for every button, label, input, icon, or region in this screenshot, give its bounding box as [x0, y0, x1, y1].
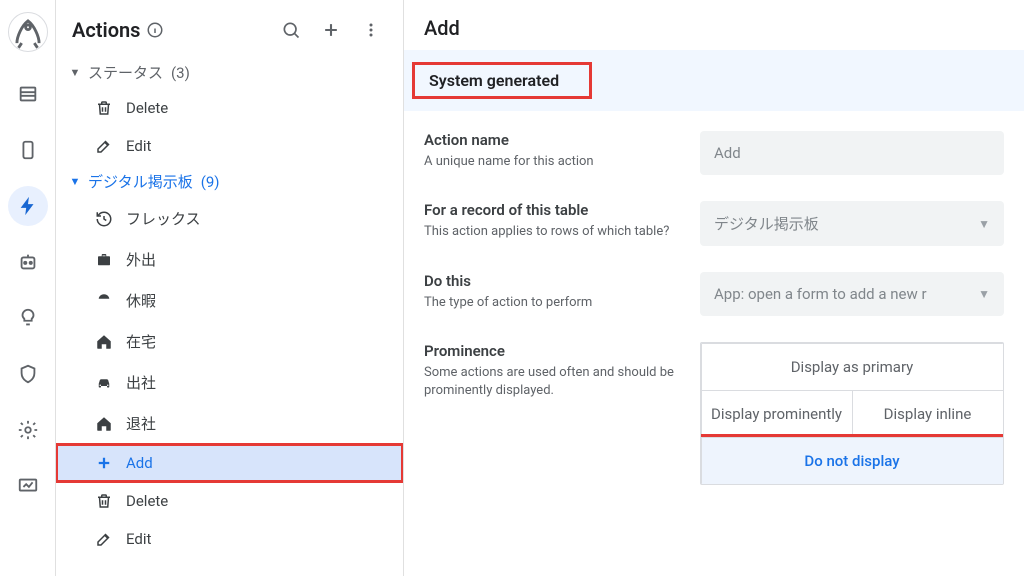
prominence-options: Display as primaryDisplay prominentlyDis… [700, 342, 1004, 485]
actions-sidebar: Actions ▼ステータス(3)DeleteEdit▼デジタル掲示板(9)フレ… [56, 0, 404, 576]
group-count: (3) [171, 64, 190, 82]
prominence-label: Prominence [424, 342, 676, 360]
search-button[interactable] [275, 14, 307, 46]
edit-icon [94, 530, 114, 548]
rail-actions-icon[interactable] [8, 186, 48, 226]
action-item[interactable]: 休暇 [56, 280, 403, 321]
rail-views-icon[interactable] [8, 130, 48, 170]
action-name-value: Add [714, 144, 741, 162]
action-item-label: 在宅 [126, 331, 156, 352]
row-action-name: Action name A unique name for this actio… [424, 131, 1004, 175]
action-item[interactable]: 外出 [56, 239, 403, 280]
group-header[interactable]: ▼ ステータス (3) [56, 56, 403, 89]
action-name-label: Action name [424, 131, 676, 149]
group-header[interactable]: ▼ デジタル掲示板 (9) [56, 165, 403, 198]
prominence-option[interactable]: Display as primary [701, 343, 1004, 391]
car-icon [94, 374, 114, 392]
beach-icon [94, 292, 114, 310]
action-item[interactable]: Delete [56, 482, 403, 520]
do-this-desc: The type of action to perform [424, 294, 676, 312]
row-do-this: Do this The type of action to perform Ap… [424, 272, 1004, 316]
nav-rail [0, 0, 56, 576]
system-generated-bar: System generated [404, 50, 1024, 111]
action-item[interactable]: 退社 [56, 403, 403, 444]
table-value: デジタル掲示板 [714, 213, 819, 234]
add-action-button[interactable] [315, 14, 347, 46]
row-table: For a record of this table This action a… [424, 201, 1004, 246]
system-generated-text: System generated [429, 71, 559, 90]
trash-icon [94, 99, 114, 117]
action-item[interactable]: Add [56, 444, 403, 482]
action-item-label: フレックス [126, 208, 201, 229]
action-item-label: 休暇 [126, 290, 156, 311]
action-name-desc: A unique name for this action [424, 153, 676, 171]
more-button[interactable] [355, 14, 387, 46]
group-count: (9) [201, 173, 220, 191]
sidebar-header: Actions [56, 0, 403, 56]
rail-settings-icon[interactable] [8, 410, 48, 450]
group-label: ステータス [88, 62, 163, 83]
action-item-label: 外出 [126, 249, 156, 270]
trash-icon [94, 492, 114, 510]
rail-manage-icon[interactable] [8, 466, 48, 506]
action-item-label: Delete [126, 492, 168, 510]
do-this-label: Do this [424, 272, 676, 290]
main-panel: Add System generated Action name A uniqu… [404, 0, 1024, 576]
actions-tree: ▼ステータス(3)DeleteEdit▼デジタル掲示板(9)フレックス外出休暇在… [56, 56, 403, 570]
action-item[interactable]: 在宅 [56, 321, 403, 362]
prominence-option[interactable]: Display inline [852, 390, 1004, 438]
action-item-label: 出社 [126, 372, 156, 393]
action-item[interactable]: フレックス [56, 198, 403, 239]
action-item-label: Add [126, 454, 153, 472]
rail-automation-icon[interactable] [8, 242, 48, 282]
edit-icon [94, 137, 114, 155]
sidebar-title-text: Actions [72, 18, 140, 42]
action-item-label: Delete [126, 99, 168, 117]
table-desc: This action applies to rows of which tab… [424, 223, 676, 241]
info-icon[interactable] [146, 21, 164, 39]
sidebar-title: Actions [72, 18, 164, 42]
table-label: For a record of this table [424, 201, 676, 219]
action-name-input[interactable]: Add [700, 131, 1004, 175]
group-label: デジタル掲示板 [88, 171, 193, 192]
action-item[interactable]: Edit [56, 520, 403, 558]
home-icon [94, 333, 114, 351]
do-this-select[interactable]: App: open a form to add a new r ▼ [700, 272, 1004, 316]
do-this-value: App: open a form to add a new r [714, 285, 927, 303]
table-select[interactable]: デジタル掲示板 ▼ [700, 201, 1004, 246]
history-icon [94, 210, 114, 228]
rail-rocket-icon[interactable] [8, 12, 48, 52]
prominence-option[interactable]: Do not display [701, 437, 1004, 485]
page-title: Add [422, 16, 1006, 40]
action-item-label: Edit [126, 530, 151, 548]
plus-icon [94, 454, 114, 472]
action-item[interactable]: Edit [56, 127, 403, 165]
prominence-desc: Some actions are used often and should b… [424, 364, 676, 400]
home-icon [94, 415, 114, 433]
action-form: Action name A unique name for this actio… [422, 131, 1006, 511]
chevron-down-icon: ▼ [978, 217, 990, 231]
rail-data-icon[interactable] [8, 74, 48, 114]
action-item-label: Edit [126, 137, 151, 155]
system-generated-label: System generated [412, 62, 592, 99]
action-item[interactable]: 出社 [56, 362, 403, 403]
chevron-down-icon: ▼ [978, 287, 990, 301]
caret-down-icon: ▼ [68, 66, 82, 79]
rail-intelligence-icon[interactable] [8, 298, 48, 338]
row-prominence: Prominence Some actions are used often a… [424, 342, 1004, 485]
caret-down-icon: ▼ [68, 175, 82, 188]
rail-security-icon[interactable] [8, 354, 48, 394]
action-item-label: 退社 [126, 413, 156, 434]
action-item[interactable]: Delete [56, 89, 403, 127]
briefcase-icon [94, 251, 114, 269]
prominence-option[interactable]: Display prominently [701, 390, 853, 438]
